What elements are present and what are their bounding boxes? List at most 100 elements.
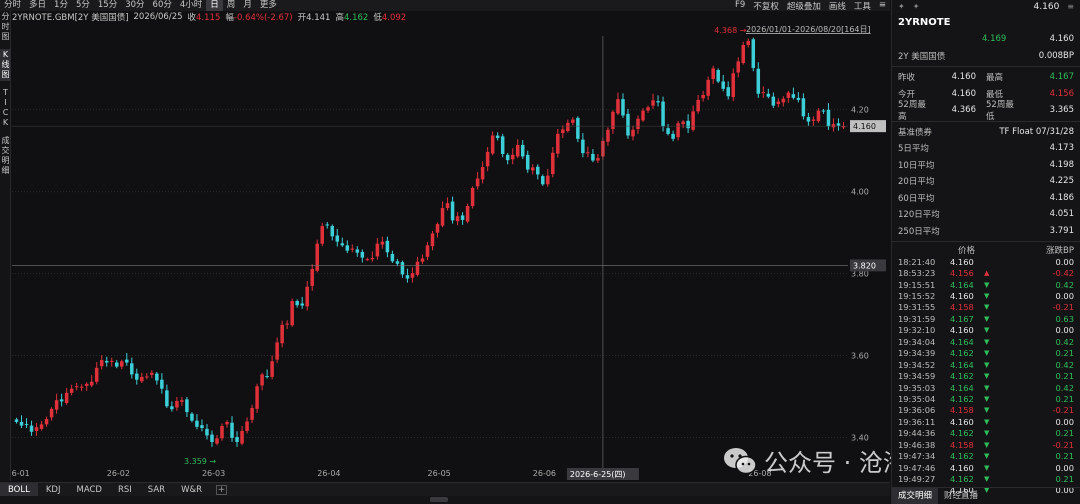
bench-row: 基准债券 TF Float 07/31/28 xyxy=(892,124,1080,141)
candle-body xyxy=(180,400,184,402)
ma-value: 4.051 xyxy=(1049,209,1074,220)
ma-value: 4.225 xyxy=(1049,176,1074,187)
toolbar-button[interactable]: F9 xyxy=(731,0,749,12)
add-indicator-button[interactable]: + xyxy=(216,484,228,495)
tick-price: 4.160 xyxy=(950,325,974,336)
indicator-tab[interactable]: RSI xyxy=(110,483,140,497)
x-tick-label: 26-05 xyxy=(428,469,451,478)
scrollbar-thumb[interactable] xyxy=(430,497,448,502)
timeframe-tab[interactable]: 15分 xyxy=(94,0,121,11)
max-price-label: 4.368 → xyxy=(714,26,746,35)
timeframe-tab[interactable]: 分时 xyxy=(0,0,25,11)
candle-body xyxy=(385,240,390,253)
candle-body xyxy=(450,201,455,221)
toolbar-button[interactable]: 超级叠加 xyxy=(783,0,825,12)
panel-last: 4.160 xyxy=(1049,34,1074,45)
toolbar-button[interactable]: ≡ xyxy=(875,0,890,12)
panel-icon-2[interactable]: ✦ xyxy=(913,2,920,11)
timeframe-tab[interactable]: 日 xyxy=(206,0,223,11)
x-tick-label: 26-02 xyxy=(107,469,130,478)
panel-tab[interactable]: 财经直播 xyxy=(938,488,984,504)
toolbar-button[interactable]: 画线 xyxy=(825,0,850,12)
tick-bp: 0.21 xyxy=(1055,371,1074,382)
toolbar-right: F9 不复权 超级叠加 画线 工具 ≡ xyxy=(731,0,890,12)
candle-body xyxy=(195,420,199,427)
candle-body xyxy=(530,167,535,171)
indicator-tab[interactable]: MACD xyxy=(68,483,109,497)
range-label: 2026/01/01-2026/08/20[164日] xyxy=(746,25,871,34)
candle-body xyxy=(485,151,490,167)
tick-price: 4.162 xyxy=(950,428,974,439)
symbol-label: 2YRNOTE.GBM[2Y 美国国债] xyxy=(12,12,129,23)
timeframe-tab[interactable]: 30分 xyxy=(121,0,148,11)
candle-body xyxy=(175,401,179,408)
tick-time: 19:35:04 xyxy=(898,393,936,404)
indicator-tab[interactable]: SAR xyxy=(140,483,173,497)
candle-body xyxy=(280,324,284,344)
candle-body xyxy=(410,273,415,278)
indicator-tab[interactable]: W&R xyxy=(173,483,210,497)
tick-price: 4.162 xyxy=(950,474,974,485)
indicator-tab[interactable]: KDJ xyxy=(38,483,69,497)
wechat-icon xyxy=(724,447,757,474)
candle-body xyxy=(831,124,836,128)
tick-arrow: ▼ xyxy=(984,326,990,335)
panel-top-price: 4.160 xyxy=(1033,1,1060,12)
candle-body xyxy=(470,187,475,207)
toolbar-button[interactable]: 不复权 xyxy=(749,0,783,12)
tick-arrow: ▼ xyxy=(984,440,990,449)
candle-body xyxy=(165,390,169,407)
left-tab[interactable]: K线图 xyxy=(0,49,11,81)
tick-row: 19:36:11 4.160 ▼ 0.00 xyxy=(892,416,1080,427)
candle-body xyxy=(696,99,700,112)
timeframe-tab[interactable]: 1分 xyxy=(50,0,72,11)
x-tick-label: 26-06 xyxy=(533,469,556,478)
candle-body xyxy=(160,379,164,389)
timeframe-tab[interactable]: 周 xyxy=(223,0,240,11)
toolbar-button[interactable]: 工具 xyxy=(850,0,875,12)
timeframe-tab[interactable]: 60分 xyxy=(149,0,176,11)
candle-body xyxy=(340,243,345,246)
close-value: 4.115 xyxy=(196,12,221,23)
ma-row: 60日平均 4.186 xyxy=(892,190,1080,207)
ma-label: 20日平均 xyxy=(898,177,935,188)
candle-body xyxy=(400,262,405,275)
tick-bp: 0.21 xyxy=(1055,393,1074,404)
indicator-tab[interactable]: BOLL xyxy=(0,482,38,497)
tick-bp: 0.00 xyxy=(1055,325,1074,336)
left-tab[interactable]: 成交明细 xyxy=(0,135,11,177)
timeframe-tab[interactable]: 5分 xyxy=(72,0,94,11)
candle-body xyxy=(480,167,485,180)
left-tab[interactable]: 分时图 xyxy=(0,11,11,43)
tick-row: 19:34:39 4.162 ▼ 0.21 xyxy=(892,348,1080,359)
timeframe-tab[interactable]: 多日 xyxy=(25,0,50,11)
panel-icon-1[interactable]: ✦ xyxy=(898,2,905,11)
timeframe-tab[interactable]: 更多 xyxy=(256,0,281,11)
candle-body xyxy=(390,253,395,262)
x-tick-label: 26-03 xyxy=(202,469,225,478)
panel-tab[interactable]: 成交明细 xyxy=(892,487,939,504)
panel-menu-icon[interactable]: ≡ xyxy=(1067,2,1074,11)
tick-price: 4.164 xyxy=(950,336,974,347)
candlestick-chart[interactable]: 4.204.003.803.603.4026-0126-0226-0326-04… xyxy=(12,22,888,482)
panel-subname: 2Y 美国国债 xyxy=(898,51,946,62)
ma-value: 3.791 xyxy=(1049,225,1074,236)
tick-bp: -0.42 xyxy=(1052,268,1074,279)
ma-value: 4.198 xyxy=(1049,159,1074,170)
candle-body xyxy=(656,101,660,103)
candle-body xyxy=(721,81,725,89)
timeframe-toolbar: 分时 多日 1分 5分 15分 30分 60分 4小时日周月更多 F9 不复权 超级叠加 画线 工具 ≡ xyxy=(0,0,890,12)
chart-canvas[interactable]: 4.204.003.803.603.4026-0126-0226-0326-04… xyxy=(12,22,888,482)
candle-body xyxy=(621,99,625,116)
candle-body xyxy=(596,158,600,161)
left-tab[interactable]: TICK xyxy=(0,87,11,129)
stat-label: 昨收 xyxy=(898,73,916,84)
chart-scrollbar[interactable] xyxy=(0,496,890,504)
candle-body xyxy=(475,178,480,187)
candle-body xyxy=(576,117,580,139)
candle-body xyxy=(786,92,791,98)
timeframe-tab[interactable]: 4小时 xyxy=(176,0,206,11)
tick-bp: -0.21 xyxy=(1052,302,1074,313)
timeframe-tab[interactable]: 月 xyxy=(239,0,256,11)
tick-price: 4.164 xyxy=(950,382,974,393)
